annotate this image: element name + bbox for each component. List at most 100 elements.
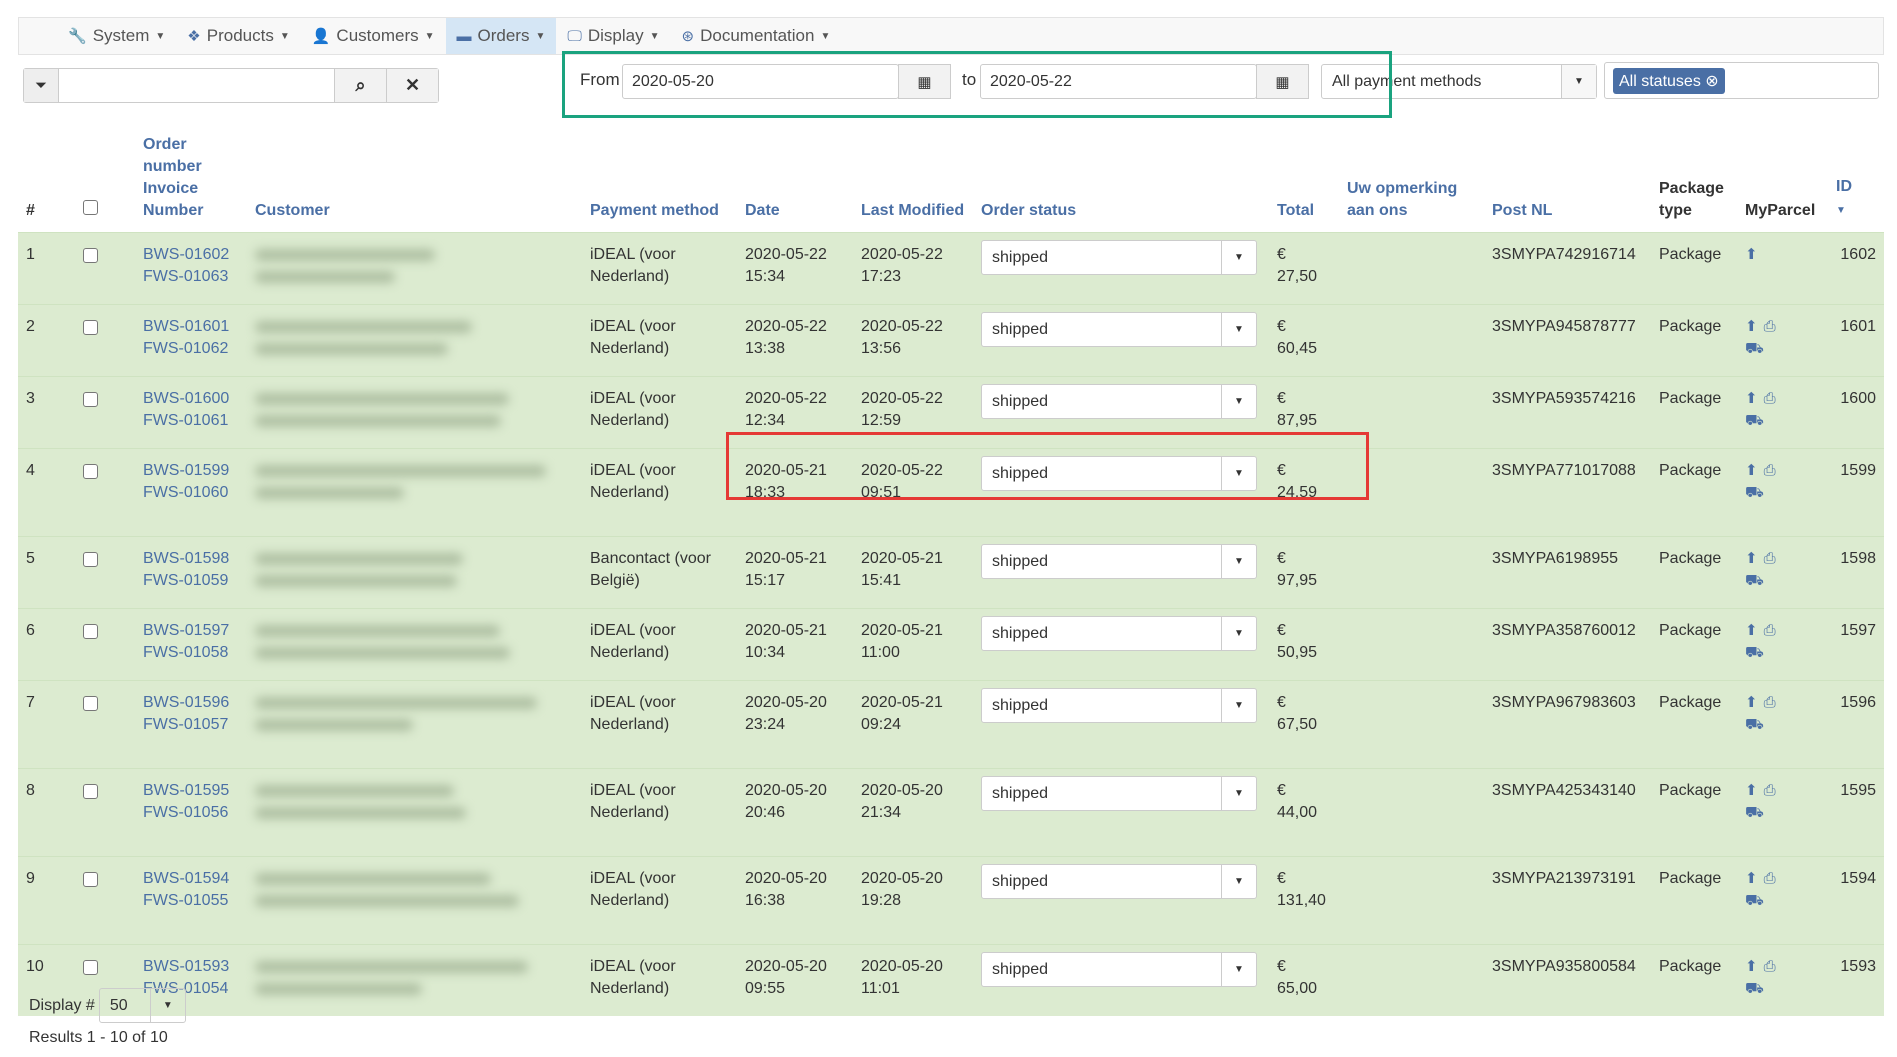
invoice-number-link[interactable]: FWS-01061 — [143, 412, 228, 429]
upload-icon[interactable]: ⬆ — [1745, 246, 1764, 263]
select-all-checkbox[interactable] — [83, 200, 98, 215]
print-icon[interactable]: ⎙ — [1764, 870, 1782, 887]
nav-documentation[interactable]: ⊛ Documentation ▼ — [671, 18, 842, 54]
nav-system[interactable]: 🔧 System ▼ — [57, 18, 176, 54]
table-row[interactable]: 1 BWS-01602 FWS-01063 iDEAL (voor Nederlan… — [18, 232, 1884, 305]
display-count-select[interactable]: 50 ▼ — [98, 988, 186, 1023]
order-number-link[interactable]: BWS-01596 — [143, 694, 229, 711]
table-row[interactable]: 6 BWS-01597 FWS-01058 iDEAL (voor Nederlan… — [18, 608, 1884, 681]
truck-icon[interactable]: ⛟ — [1745, 484, 1770, 501]
print-icon[interactable]: ⎙ — [1764, 390, 1782, 407]
truck-icon[interactable]: ⛟ — [1745, 716, 1770, 733]
row-checkbox[interactable] — [83, 960, 98, 975]
search-button[interactable]: ⌕ — [334, 69, 386, 102]
upload-icon[interactable]: ⬆ — [1745, 958, 1764, 975]
table-row[interactable]: 4 BWS-01599 FWS-01060 iDEAL (voor Nederlan… — [18, 448, 1884, 537]
nav-customers[interactable]: 👤 Customers ▼ — [301, 18, 446, 54]
col-status[interactable]: Order status — [973, 130, 1269, 233]
table-row[interactable]: 10 BWS-01593 FWS-01054 iDEAL (voor Nederla… — [18, 944, 1884, 1016]
row-checkbox[interactable] — [83, 872, 98, 887]
col-postnl[interactable]: Post NL — [1484, 130, 1651, 233]
nav-display[interactable]: 🖵 Display ▼ — [556, 18, 670, 54]
row-checkbox[interactable] — [83, 552, 98, 567]
col-total[interactable]: Total — [1269, 130, 1339, 233]
invoice-number-link[interactable]: FWS-01056 — [143, 804, 228, 821]
calendar-icon[interactable]: ▦ — [1256, 64, 1309, 99]
remove-icon[interactable]: ⊗ — [1705, 73, 1718, 90]
search-input[interactable] — [59, 69, 334, 102]
order-number-link[interactable]: BWS-01601 — [143, 318, 229, 335]
table-row[interactable]: 7 BWS-01596 FWS-01057 iDEAL (voor Nederlan… — [18, 680, 1884, 769]
order-number-link[interactable]: BWS-01600 — [143, 390, 229, 407]
row-checkbox[interactable] — [83, 464, 98, 479]
truck-icon[interactable]: ⛟ — [1745, 980, 1770, 997]
truck-icon[interactable]: ⛟ — [1745, 572, 1770, 589]
col-date[interactable]: Date — [737, 130, 853, 233]
payment-method-select[interactable]: All payment methods ▼ — [1321, 64, 1597, 99]
truck-icon[interactable]: ⛟ — [1745, 804, 1770, 821]
truck-icon[interactable]: ⛟ — [1745, 644, 1770, 661]
order-status-select[interactable]: shipped ▼ — [981, 616, 1257, 651]
status-multiselect[interactable]: All statuses ⊗ — [1604, 62, 1879, 99]
order-status-select[interactable]: shipped ▼ — [981, 240, 1257, 275]
order-status-select[interactable]: shipped ▼ — [981, 312, 1257, 347]
print-icon[interactable]: ⎙ — [1764, 318, 1782, 335]
row-checkbox[interactable] — [83, 624, 98, 639]
order-status-select[interactable]: shipped ▼ — [981, 952, 1257, 987]
order-number-link[interactable]: BWS-01598 — [143, 550, 229, 567]
to-date-input[interactable]: 2020-05-22 — [980, 64, 1257, 99]
table-row[interactable]: 8 BWS-01595 FWS-01056 iDEAL (voor Nederlan… — [18, 768, 1884, 857]
invoice-number-link[interactable]: FWS-01063 — [143, 268, 228, 285]
from-date-input[interactable]: 2020-05-20 — [622, 64, 899, 99]
order-status-select[interactable]: shipped ▼ — [981, 776, 1257, 811]
row-checkbox[interactable] — [83, 248, 98, 263]
order-status-select[interactable]: shipped ▼ — [981, 544, 1257, 579]
upload-icon[interactable]: ⬆ — [1745, 622, 1764, 639]
upload-icon[interactable]: ⬆ — [1745, 318, 1764, 335]
truck-icon[interactable]: ⛟ — [1745, 892, 1770, 909]
upload-icon[interactable]: ⬆ — [1745, 550, 1764, 567]
invoice-number-link[interactable]: FWS-01059 — [143, 572, 228, 589]
invoice-number-link[interactable]: FWS-01055 — [143, 892, 228, 909]
table-row[interactable]: 9 BWS-01594 FWS-01055 iDEAL (voor Nederlan… — [18, 856, 1884, 945]
invoice-number-link[interactable]: FWS-01062 — [143, 340, 228, 357]
col-order[interactable]: Order number Invoice Number — [135, 130, 247, 233]
calendar-icon[interactable]: ▦ — [898, 64, 951, 99]
print-icon[interactable]: ⎙ — [1764, 622, 1782, 639]
upload-icon[interactable]: ⬆ — [1745, 782, 1764, 799]
row-checkbox[interactable] — [83, 320, 98, 335]
order-number-link[interactable]: BWS-01597 — [143, 622, 229, 639]
table-row[interactable]: 3 BWS-01600 FWS-01061 iDEAL (voor Nederlan… — [18, 376, 1884, 449]
row-checkbox[interactable] — [83, 392, 98, 407]
truck-icon[interactable]: ⛟ — [1745, 412, 1770, 429]
order-status-select[interactable]: shipped ▼ — [981, 456, 1257, 491]
order-number-link[interactable]: BWS-01602 — [143, 246, 229, 263]
table-row[interactable]: 2 BWS-01601 FWS-01062 iDEAL (voor Nederlan… — [18, 304, 1884, 377]
order-status-select[interactable]: shipped ▼ — [981, 384, 1257, 419]
col-id[interactable]: ID ▼ — [1828, 130, 1884, 233]
nav-orders[interactable]: ▬ Orders ▼ — [445, 18, 557, 54]
upload-icon[interactable]: ⬆ — [1745, 462, 1764, 479]
order-status-select[interactable]: shipped ▼ — [981, 864, 1257, 899]
col-customer[interactable]: Customer — [247, 130, 582, 233]
status-badge[interactable]: All statuses ⊗ — [1613, 67, 1725, 94]
invoice-number-link[interactable]: FWS-01058 — [143, 644, 228, 661]
invoice-number-link[interactable]: FWS-01057 — [143, 716, 228, 733]
print-icon[interactable]: ⎙ — [1764, 462, 1782, 479]
col-modified[interactable]: Last Modified — [853, 130, 973, 233]
print-icon[interactable]: ⎙ — [1764, 782, 1782, 799]
upload-icon[interactable]: ⬆ — [1745, 870, 1764, 887]
order-number-link[interactable]: BWS-01599 — [143, 462, 229, 479]
col-payment[interactable]: Payment method — [582, 130, 737, 233]
invoice-number-link[interactable]: FWS-01060 — [143, 484, 228, 501]
row-checkbox[interactable] — [83, 696, 98, 711]
nav-products[interactable]: ❖ Products ▼ — [176, 18, 300, 54]
order-number-link[interactable]: BWS-01593 — [143, 958, 229, 975]
clear-button[interactable]: ✕ — [386, 69, 438, 102]
row-checkbox[interactable] — [83, 784, 98, 799]
order-number-link[interactable]: BWS-01594 — [143, 870, 229, 887]
truck-icon[interactable]: ⛟ — [1745, 340, 1770, 357]
print-icon[interactable]: ⎙ — [1764, 694, 1782, 711]
order-number-link[interactable]: BWS-01595 — [143, 782, 229, 799]
upload-icon[interactable]: ⬆ — [1745, 390, 1764, 407]
